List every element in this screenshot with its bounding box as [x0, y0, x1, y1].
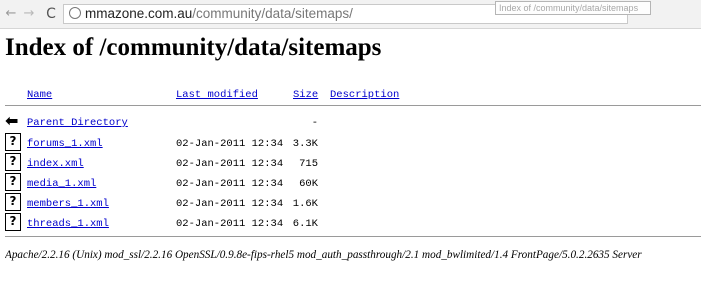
unknown-file-icon: ?: [5, 173, 21, 191]
unknown-file-icon: ?: [5, 213, 21, 231]
column-name-link[interactable]: Name: [27, 89, 52, 102]
unknown-file-icon: ?: [5, 193, 21, 211]
server-signature: Apache/2.2.16 (Unix) mod_ssl/2.2.16 Open…: [5, 249, 642, 261]
file-size: 3.3K: [292, 138, 318, 150]
footer-divider: [5, 236, 701, 237]
column-description-link[interactable]: Description: [330, 89, 399, 102]
browser-toolbar: ← → C mmazone.com.au/community/data/site…: [0, 0, 701, 29]
file-size: 1.6K: [292, 198, 318, 210]
parent-size: -: [311, 117, 318, 129]
file-size: 60K: [299, 178, 318, 190]
url-domain: mmazone.com.au: [85, 6, 193, 21]
url-path: /community/data/sitemaps/: [192, 6, 353, 21]
table-row: ? index.xml 02-Jan-2011 12:34 715: [0, 153, 701, 172]
unknown-file-icon: ?: [5, 133, 21, 151]
table-row: ? threads_1.xml 02-Jan-2011 12:34 6.1K: [0, 213, 701, 232]
back-arrow-icon: ⬅: [5, 111, 19, 130]
file-size: 715: [299, 158, 318, 170]
table-row: ? media_1.xml 02-Jan-2011 12:34 60K: [0, 173, 701, 192]
file-link[interactable]: threads_1.xml: [27, 218, 109, 231]
globe-icon: [69, 7, 81, 19]
header-divider: [5, 105, 701, 106]
file-link[interactable]: forums_1.xml: [27, 138, 103, 151]
column-size-link[interactable]: Size: [293, 89, 318, 102]
table-row: ? forums_1.xml 02-Jan-2011 12:34 3.3K: [0, 133, 701, 152]
file-size: 6.1K: [292, 218, 318, 230]
file-link[interactable]: members_1.xml: [27, 198, 109, 211]
parent-directory-link[interactable]: Parent Directory: [27, 117, 128, 130]
page-title: Index of /community/data/sitemaps: [5, 34, 382, 61]
column-last-modified-link[interactable]: Last modified: [176, 89, 258, 102]
forward-arrow-icon[interactable]: →: [22, 6, 36, 22]
unknown-file-icon: ?: [5, 153, 21, 171]
url-tooltip: Index of /community/data/sitemaps: [495, 1, 651, 15]
back-arrow-icon[interactable]: ←: [4, 6, 18, 22]
file-link[interactable]: index.xml: [27, 158, 84, 171]
reload-icon[interactable]: C: [44, 6, 58, 22]
table-row: ? members_1.xml 02-Jan-2011 12:34 1.6K: [0, 193, 701, 212]
parent-directory-row: ⬅ Parent Directory -: [0, 112, 701, 131]
file-link[interactable]: media_1.xml: [27, 178, 96, 191]
